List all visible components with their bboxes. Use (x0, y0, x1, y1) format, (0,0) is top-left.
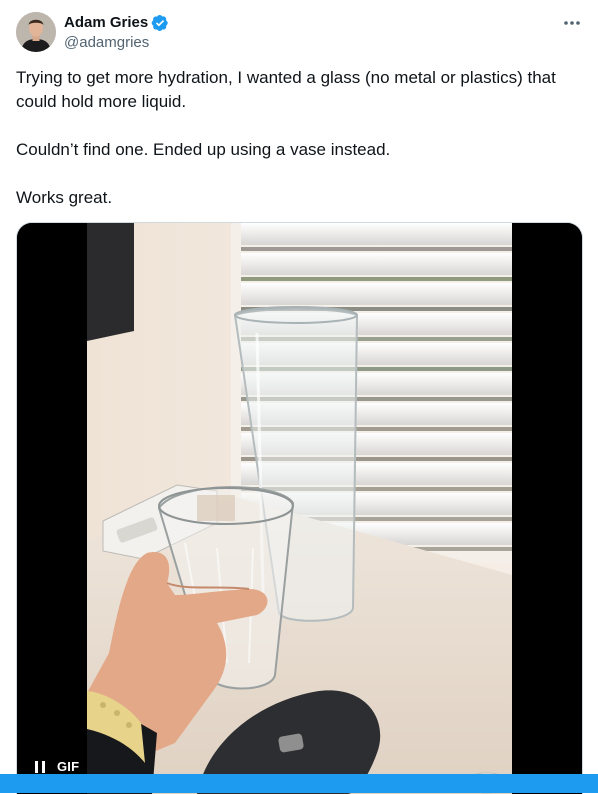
tweet-paragraph: Trying to get more hydration, I wanted a… (16, 68, 556, 111)
person-avatar-icon (16, 12, 56, 52)
more-horizontal-icon (564, 21, 580, 25)
pause-icon (35, 760, 45, 773)
tweet-media-gif[interactable]: GIF (16, 222, 583, 794)
tweet-paragraph: Couldn’t find one. Ended up using a vase… (16, 140, 391, 159)
gif-controls: GIF (33, 759, 79, 774)
author-handle[interactable]: @adamgries (64, 34, 149, 52)
gif-frame-image (17, 223, 582, 794)
verified-badge-icon (151, 14, 168, 32)
pause-button[interactable] (33, 760, 47, 774)
tweet-paragraph: Works great. (16, 188, 113, 207)
more-options-button[interactable] (558, 10, 586, 36)
author-display-name[interactable]: Adam Gries (64, 14, 148, 32)
bottom-banner[interactable] (0, 774, 598, 793)
gif-badge: GIF (57, 759, 80, 774)
avatar[interactable] (16, 12, 56, 52)
author-name-row[interactable]: Adam Gries (64, 14, 169, 32)
tweet-text: Trying to get more hydration, I wanted a… (16, 66, 582, 210)
